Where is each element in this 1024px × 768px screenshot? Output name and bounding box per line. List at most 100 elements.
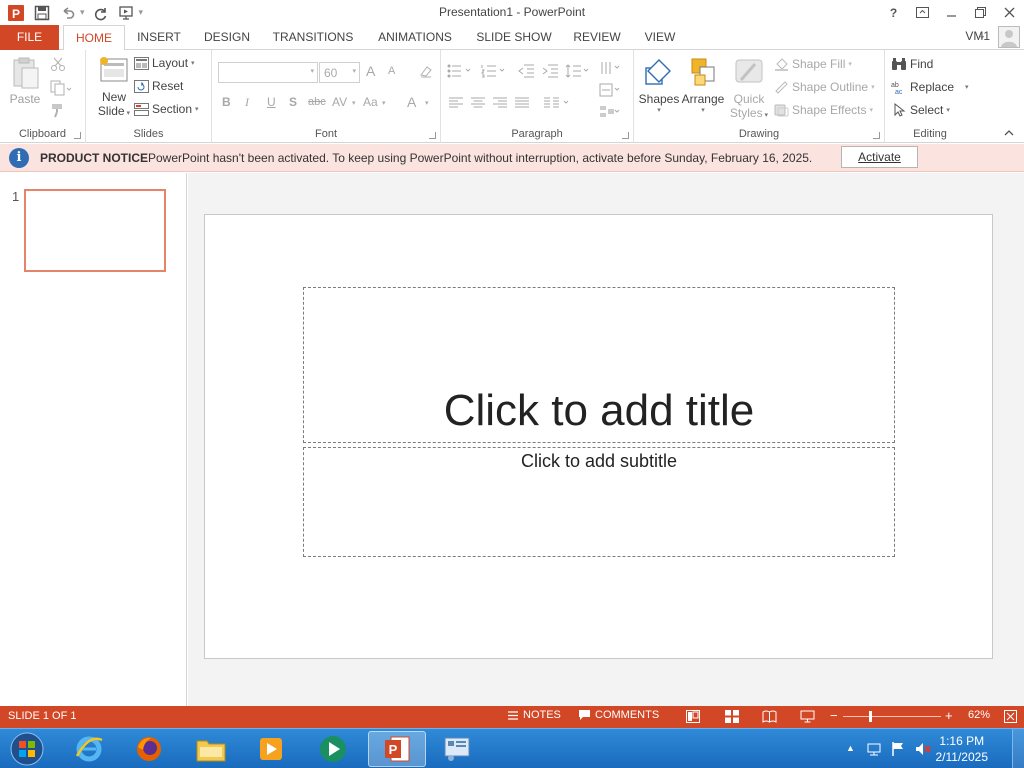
notes-button[interactable]: NOTES xyxy=(507,709,561,721)
text-direction-icon[interactable] xyxy=(599,60,621,76)
volume-muted-icon[interactable] xyxy=(914,741,932,757)
align-text-icon[interactable] xyxy=(599,83,621,97)
shape-effects-button[interactable]: Shape Effects ▾ xyxy=(774,103,873,117)
control-panel-icon[interactable] xyxy=(430,731,484,767)
font-name-combo[interactable]: ▾ xyxy=(218,62,318,83)
section-button[interactable]: Section ▾ xyxy=(134,102,199,116)
tab-animations[interactable]: ANIMATIONS xyxy=(370,25,460,50)
shape-effects-dropdown-icon[interactable]: ▾ xyxy=(870,106,874,114)
slide-canvas[interactable]: Click to add title Click to add subtitle xyxy=(204,214,993,659)
arrange-button[interactable]: Arrange ▾ xyxy=(680,56,726,122)
decrease-indent-icon[interactable] xyxy=(517,64,535,78)
font-size-combo[interactable]: 60 ▾ xyxy=(319,62,360,83)
clipboard-launcher-icon[interactable] xyxy=(74,132,81,139)
ribbon-display-options-icon[interactable] xyxy=(908,0,937,25)
tab-slide-show[interactable]: SLIDE SHOW xyxy=(472,25,556,50)
close-icon[interactable] xyxy=(995,0,1024,25)
quick-styles-button[interactable]: Quick Styles ▾ xyxy=(728,56,770,126)
zoom-in-button[interactable]: + xyxy=(945,708,953,723)
fit-to-window-icon[interactable] xyxy=(1004,710,1017,723)
select-dropdown-icon[interactable]: ▾ xyxy=(946,106,950,114)
collapse-ribbon-icon[interactable] xyxy=(1004,129,1014,136)
font-name-dropdown-icon[interactable]: ▾ xyxy=(310,67,314,75)
reset-button[interactable]: Reset xyxy=(134,79,183,93)
underline-button[interactable]: U xyxy=(267,95,276,109)
slide-thumbnail[interactable] xyxy=(24,189,166,272)
new-slide-dropdown-icon[interactable]: ▾ xyxy=(125,110,131,117)
shrink-font-button[interactable]: A xyxy=(388,65,395,77)
paste-button[interactable]: Paste xyxy=(6,56,44,110)
layout-dropdown-icon[interactable]: ▾ xyxy=(191,59,195,67)
columns-icon[interactable] xyxy=(543,96,571,110)
tab-review[interactable]: REVIEW xyxy=(568,25,626,50)
file-explorer-icon[interactable] xyxy=(184,731,238,767)
new-slide-button[interactable]: New Slide ▾ xyxy=(92,56,136,124)
find-button[interactable]: Find xyxy=(891,57,933,71)
shape-outline-dropdown-icon[interactable]: ▾ xyxy=(871,83,875,91)
bullets-icon[interactable] xyxy=(447,64,473,78)
normal-view-icon[interactable] xyxy=(686,710,700,723)
smartart-icon[interactable] xyxy=(599,105,621,119)
grow-font-button[interactable]: A xyxy=(366,63,375,79)
replace-button[interactable]: ab ac Replace ▾ xyxy=(891,80,969,94)
justify-icon[interactable] xyxy=(515,97,529,109)
bold-button[interactable]: B xyxy=(222,95,231,109)
select-button[interactable]: Select ▾ xyxy=(891,103,950,117)
format-painter-icon[interactable] xyxy=(50,102,66,118)
zoom-level[interactable]: 62% xyxy=(968,709,990,721)
strikethrough-button[interactable]: abc xyxy=(308,96,326,108)
layout-button[interactable]: Layout ▾ xyxy=(134,56,195,70)
taskbar-clock[interactable]: 1:16 PM 2/11/2025 xyxy=(936,733,989,765)
zoom-slider-thumb[interactable] xyxy=(869,711,873,722)
shape-fill-dropdown-icon[interactable]: ▾ xyxy=(848,60,852,68)
avatar[interactable] xyxy=(998,26,1020,48)
text-shadow-button[interactable]: S xyxy=(289,95,297,109)
slide-show-icon[interactable] xyxy=(800,710,815,723)
account-name[interactable]: VM1 xyxy=(965,29,990,43)
align-left-icon[interactable] xyxy=(449,97,463,109)
help-button[interactable]: ? xyxy=(879,0,908,25)
shapes-button[interactable]: Shapes ▾ xyxy=(638,56,680,122)
media-center-icon[interactable] xyxy=(306,731,360,767)
arrange-dropdown-icon[interactable]: ▾ xyxy=(680,106,726,114)
reading-view-icon[interactable] xyxy=(762,710,777,723)
quick-styles-dropdown-icon[interactable]: ▾ xyxy=(763,112,769,119)
show-desktop-button[interactable] xyxy=(1012,729,1024,768)
title-placeholder[interactable]: Click to add title xyxy=(303,287,895,443)
font-color-button[interactable]: A xyxy=(407,94,416,110)
show-hidden-icons-icon[interactable]: ▲ xyxy=(846,743,855,753)
subtitle-placeholder[interactable]: Click to add subtitle xyxy=(303,447,895,557)
character-spacing-dropdown-icon[interactable]: ▾ xyxy=(352,99,356,107)
change-case-button[interactable]: Aa xyxy=(363,95,378,109)
slide-sorter-icon[interactable] xyxy=(725,710,739,723)
increase-indent-icon[interactable] xyxy=(541,64,559,78)
italic-button[interactable]: I xyxy=(245,95,249,110)
firefox-icon[interactable] xyxy=(122,731,176,767)
copy-icon[interactable] xyxy=(50,80,72,96)
font-color-dropdown-icon[interactable]: ▾ xyxy=(425,99,429,107)
tab-design[interactable]: DESIGN xyxy=(198,25,256,50)
numbering-icon[interactable] xyxy=(481,64,507,78)
clear-formatting-icon[interactable] xyxy=(418,63,434,79)
account-dropdown-icon[interactable]: ▾ xyxy=(980,33,984,42)
tab-file[interactable]: FILE xyxy=(0,25,59,50)
minimize-icon[interactable] xyxy=(937,0,966,25)
section-dropdown-icon[interactable]: ▾ xyxy=(195,105,199,113)
action-center-flag-icon[interactable] xyxy=(891,741,905,757)
line-spacing-icon[interactable] xyxy=(565,63,589,79)
cut-icon[interactable] xyxy=(50,56,66,72)
align-right-icon[interactable] xyxy=(493,97,507,109)
comments-button[interactable]: COMMENTS xyxy=(578,709,659,721)
character-spacing-button[interactable]: AV xyxy=(332,95,347,109)
align-center-icon[interactable] xyxy=(471,97,485,109)
network-icon[interactable] xyxy=(866,741,882,757)
shape-fill-button[interactable]: Shape Fill ▾ xyxy=(774,57,852,71)
zoom-slider-track[interactable] xyxy=(843,716,941,717)
tab-insert[interactable]: INSERT xyxy=(130,25,188,50)
paragraph-launcher-icon[interactable] xyxy=(622,132,629,139)
activate-button[interactable]: Activate xyxy=(841,146,918,168)
font-size-dropdown-icon[interactable]: ▾ xyxy=(352,67,356,75)
taskbar-powerpoint-icon[interactable]: P xyxy=(368,731,426,767)
internet-explorer-icon[interactable] xyxy=(62,731,116,767)
shape-outline-button[interactable]: Shape Outline ▾ xyxy=(774,80,875,94)
